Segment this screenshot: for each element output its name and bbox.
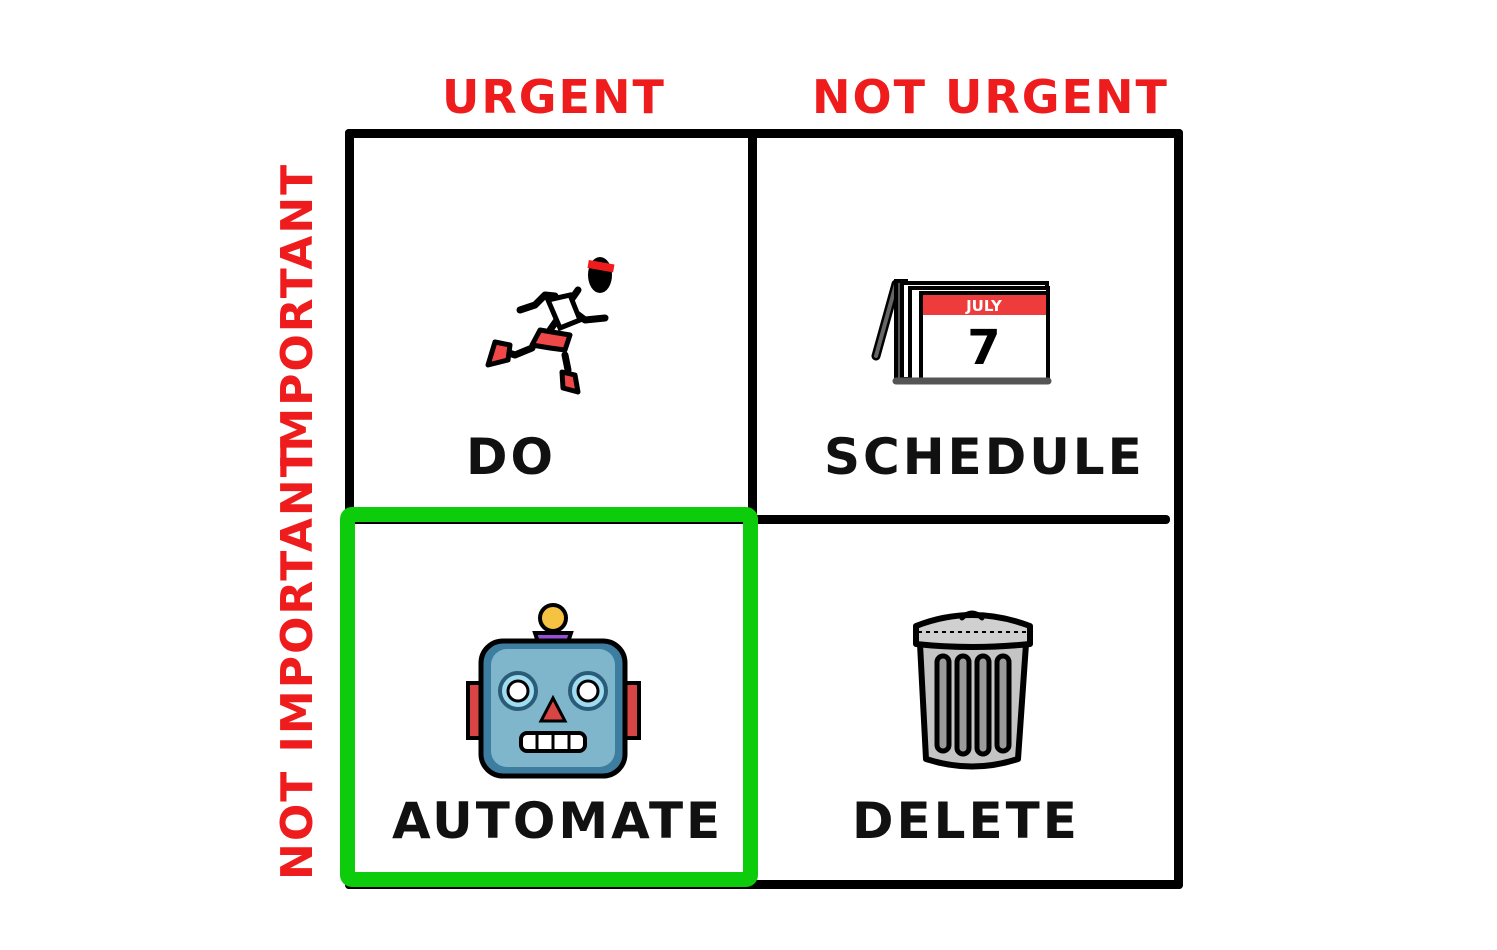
calendar-icon: JULY 7 [871, 279, 1052, 385]
quadrant-label-do: DO [466, 428, 557, 486]
quadrant-label-schedule: SCHEDULE [824, 428, 1145, 486]
quadrant-label-automate: AUTOMATE [392, 792, 724, 850]
quadrant-label-delete: DELETE [852, 792, 1080, 850]
row-label-important: IMPORTANT [272, 162, 323, 470]
calendar-day: 7 [967, 320, 1000, 376]
grid-right-border [1174, 129, 1183, 889]
grid-top-border [345, 129, 1183, 138]
trash-can-icon [913, 610, 1033, 770]
robot-icon [466, 603, 641, 779]
calendar-month: JULY [965, 297, 1003, 315]
row-label-not-important: NOT IMPORTANT [272, 445, 323, 880]
column-label-urgent: URGENT [442, 70, 666, 124]
running-person-icon [485, 257, 615, 395]
column-label-not-urgent: NOT URGENT [812, 70, 1169, 124]
